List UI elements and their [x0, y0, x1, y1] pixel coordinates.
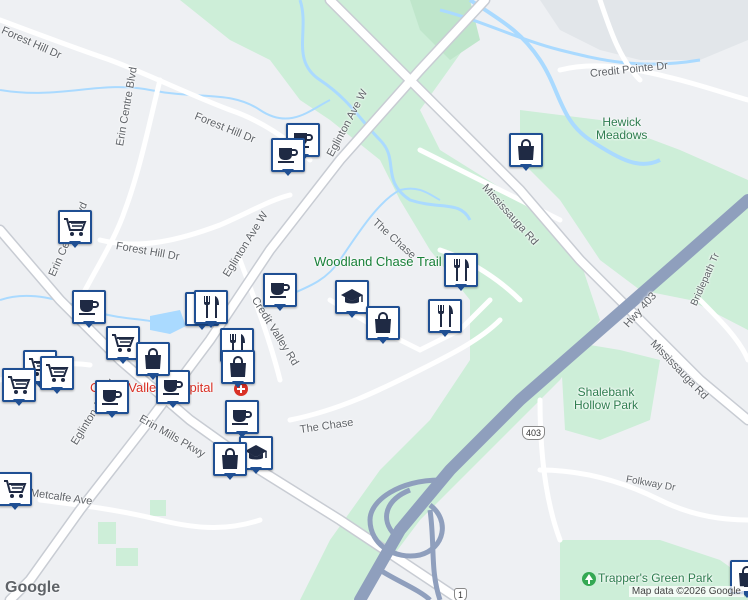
google-logo: Google: [5, 579, 61, 596]
pin-pointer: [346, 311, 358, 318]
cafe-pin[interactable]: [271, 138, 305, 178]
bag-icon: [509, 133, 543, 167]
pin-pointer: [274, 304, 286, 311]
bag-pin[interactable]: [509, 133, 543, 173]
park-small-1: [98, 522, 116, 544]
cafe-pin[interactable]: [72, 290, 106, 330]
cafe-pin[interactable]: [95, 380, 129, 420]
pin-pointer: [147, 373, 159, 380]
pin-pointer: [250, 467, 262, 474]
grocery-icon: [0, 472, 32, 506]
bag-pin[interactable]: [221, 350, 255, 390]
cafe-pin[interactable]: [263, 273, 297, 313]
bag-pin[interactable]: [136, 342, 170, 382]
ramp-shield: 1: [454, 588, 468, 600]
cafe-icon: [225, 400, 259, 434]
school-pin[interactable]: [335, 280, 369, 320]
pin-pointer: [117, 357, 129, 364]
restaurant-pin[interactable]: [444, 253, 478, 293]
map-attribution[interactable]: Map data ©2026 Google: [628, 586, 744, 597]
restaurant-icon: [194, 290, 228, 324]
bag-icon: [136, 342, 170, 376]
cafe-pin[interactable]: [225, 400, 259, 440]
bag-icon: [366, 306, 400, 340]
pin-pointer: [205, 321, 217, 328]
cafe-icon: [271, 138, 305, 172]
grocery-pin[interactable]: [2, 368, 36, 408]
cafe-icon: [263, 273, 297, 307]
pin-pointer: [520, 164, 532, 171]
pin-pointer: [282, 169, 294, 176]
grocery-icon: [2, 368, 36, 402]
restaurant-pin[interactable]: [194, 290, 228, 330]
grocery-pin[interactable]: [106, 326, 140, 366]
pin-pointer: [232, 381, 244, 388]
pin-pointer: [439, 330, 451, 337]
pin-pointer: [377, 337, 389, 344]
pin-pointer: [69, 241, 81, 248]
restaurant-icon: [444, 253, 478, 287]
pin-pointer: [13, 399, 25, 406]
bag-icon: [213, 442, 247, 476]
pin-pointer: [106, 411, 118, 418]
grocery-pin[interactable]: [58, 210, 92, 250]
cafe-icon: [95, 380, 129, 414]
pin-pointer: [83, 321, 95, 328]
grocery-icon: [106, 326, 140, 360]
map-canvas[interactable]: Forest Hill Dr Forest Hill Dr Forest Hil…: [0, 0, 748, 600]
park-small-3: [150, 500, 166, 516]
school-icon: [335, 280, 369, 314]
pin-pointer: [224, 473, 236, 480]
park-small-2: [116, 548, 138, 566]
pin-pointer: [455, 284, 467, 291]
grocery-icon: [40, 356, 74, 390]
bag-pin[interactable]: [366, 306, 400, 346]
grocery-pin[interactable]: [0, 472, 32, 512]
cafe-icon: [72, 290, 106, 324]
restaurant-icon: [428, 299, 462, 333]
grocery-icon: [58, 210, 92, 244]
highway-shield-403: 403: [522, 426, 546, 440]
pin-pointer: [167, 401, 179, 408]
pin-pointer: [51, 387, 63, 394]
bag-pin[interactable]: [213, 442, 247, 482]
pin-pointer: [9, 503, 21, 510]
bag-icon: [221, 350, 255, 384]
restaurant-pin[interactable]: [428, 299, 462, 339]
map-base-layer: [0, 0, 748, 600]
grocery-pin[interactable]: [40, 356, 74, 396]
park-marker-icon: [582, 572, 596, 586]
